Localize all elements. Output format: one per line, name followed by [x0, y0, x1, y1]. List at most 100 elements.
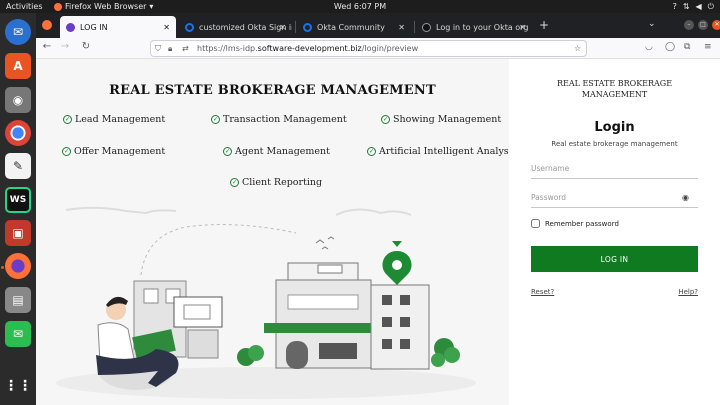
- pocket-icon[interactable]: ◡: [645, 42, 653, 52]
- feature-label: Offer Management: [74, 146, 166, 157]
- login-subtitle: Real estate brokerage management: [551, 140, 678, 148]
- hero-panel: REAL ESTATE BROKERAGE MANAGEMENT ✓ Lead …: [36, 59, 517, 405]
- dock: ✉ A ◉ ✎ WS ▣ ▤ ✉ ⋮⋮: [0, 13, 36, 405]
- okta-favicon: [185, 22, 194, 32]
- remember-password-label: Remember password: [545, 219, 619, 228]
- real-estate-illustration: [56, 206, 476, 399]
- extensions-icon[interactable]: ⧉: [684, 42, 690, 52]
- tab-label: Okta Community: [317, 22, 385, 32]
- volume-icon: ◀: [695, 2, 702, 11]
- forward-icon[interactable]: →: [58, 41, 72, 52]
- firefox-view-icon[interactable]: [42, 20, 52, 30]
- tab-strip: LOG IN ✕ customized Okta Sign in ✕ Okta …: [36, 13, 720, 38]
- feature-lead-management: ✓ Lead Management: [63, 114, 165, 125]
- navigation-bar: ← → ↻ ⛉ 🔒︎ ⇄ https://lms-idp.software-de…: [36, 38, 720, 59]
- feature-ai-analysis: ✓ Artificial Intelligent Analysis: [367, 146, 517, 157]
- close-tab-icon[interactable]: ✕: [163, 23, 170, 32]
- webstorm-icon[interactable]: WS: [5, 187, 31, 213]
- close-window-icon[interactable]: ✕: [712, 20, 720, 30]
- new-tab-button[interactable]: +: [539, 18, 549, 32]
- tab-okta-community[interactable]: Okta Community ✕: [297, 16, 411, 38]
- back-icon[interactable]: ←: [40, 41, 54, 52]
- check-circle-icon: ✓: [381, 115, 390, 124]
- show-password-icon[interactable]: ◉: [682, 193, 689, 202]
- system-tray[interactable]: ? ⇅ ◀ ⏻: [673, 0, 714, 13]
- check-circle-icon: ✓: [62, 147, 71, 156]
- okta-favicon: [422, 22, 431, 32]
- login-button[interactable]: LOG IN: [531, 246, 698, 272]
- remember-password[interactable]: Remember password: [531, 219, 619, 228]
- close-tab-icon[interactable]: ✕: [519, 23, 526, 32]
- login-favicon: [66, 22, 75, 32]
- feature-label: Agent Management: [235, 146, 330, 157]
- tab-okta-org[interactable]: Log in to your Okta org ✕: [416, 16, 532, 38]
- okta-favicon: [303, 22, 312, 32]
- org-name-line-1: REAL ESTATE BROKERAGE: [556, 79, 673, 88]
- org-name-line-2: MANAGEMENT: [581, 90, 648, 99]
- close-tab-icon[interactable]: ✕: [279, 23, 286, 32]
- help-icon: ?: [672, 2, 677, 11]
- feature-label: Transaction Management: [223, 114, 347, 125]
- feature-label: Client Reporting: [242, 177, 323, 188]
- maximize-icon[interactable]: □: [698, 20, 708, 30]
- tab-separator: [414, 21, 415, 33]
- check-circle-icon: ✓: [63, 115, 72, 124]
- tab-label: LOG IN: [80, 22, 108, 32]
- files-icon[interactable]: ▤: [5, 287, 31, 313]
- power-icon: ⏻: [707, 2, 714, 11]
- network-icon: ⇅: [682, 2, 690, 11]
- account-icon[interactable]: ◯: [665, 42, 675, 52]
- feature-showing-management: ✓ Showing Management: [381, 114, 501, 125]
- remember-password-checkbox[interactable]: [531, 219, 540, 228]
- screenshot-icon[interactable]: ▣: [5, 220, 31, 246]
- help-link[interactable]: Help?: [678, 288, 698, 296]
- login-title: Login: [594, 120, 635, 135]
- firefox-dock-icon[interactable]: [5, 253, 31, 279]
- url-path: /login/preview: [361, 44, 419, 53]
- text-editor-icon[interactable]: ✎: [5, 153, 31, 179]
- tab-log-in[interactable]: LOG IN ✕: [60, 16, 176, 38]
- feature-agent-management: ✓ Agent Management: [223, 146, 330, 157]
- check-circle-icon: ✓: [223, 147, 232, 156]
- feature-label: Artificial Intelligent Analysis: [379, 146, 517, 157]
- tab-label: customized Okta Sign in: [199, 22, 292, 32]
- feature-offer-management: ✓ Offer Management: [62, 146, 165, 157]
- list-all-tabs-icon[interactable]: ⌄: [648, 19, 656, 29]
- url-scheme: https://lms-idp.: [197, 44, 258, 53]
- software-center-icon[interactable]: A: [5, 53, 31, 79]
- minimize-icon[interactable]: –: [684, 20, 694, 30]
- password-input[interactable]: [531, 188, 698, 208]
- camera-icon[interactable]: ◉: [5, 87, 31, 113]
- url-bar[interactable]: ⛉ 🔒︎ ⇄ https://lms-idp.software-developm…: [150, 40, 587, 57]
- hero-headline: REAL ESTATE BROKERAGE MANAGEMENT: [109, 83, 436, 98]
- org-name: REAL ESTATE BROKERAGE MANAGEMENT: [509, 78, 720, 100]
- app-grid-icon[interactable]: ⋮⋮: [4, 373, 32, 399]
- feature-label: Lead Management: [75, 114, 166, 125]
- clock[interactable]: Wed 6:07 PM: [0, 0, 720, 13]
- login-panel: REAL ESTATE BROKERAGE MANAGEMENT Login R…: [509, 59, 720, 405]
- close-tab-icon[interactable]: ✕: [398, 23, 405, 32]
- system-top-bar: Activities Firefox Web Browser ▾ Wed 6:0…: [0, 0, 720, 13]
- feature-transaction-management: ✓ Transaction Management: [211, 114, 347, 125]
- username-input[interactable]: [531, 159, 698, 179]
- bookmark-star-icon[interactable]: ☆: [574, 41, 581, 56]
- check-circle-icon: ✓: [367, 147, 376, 156]
- reset-link[interactable]: Reset?: [531, 288, 554, 296]
- chrome-icon[interactable]: [5, 120, 31, 146]
- check-circle-icon: ✓: [211, 115, 220, 124]
- check-circle-icon: ✓: [230, 178, 239, 187]
- reload-icon[interactable]: ↻: [79, 41, 93, 52]
- active-app-indicator: [1, 266, 4, 269]
- tab-label: Log in to your Okta org: [436, 22, 529, 32]
- lock-icon[interactable]: 🔒︎: [168, 41, 172, 56]
- permissions-icon[interactable]: ⇄: [182, 41, 189, 56]
- menu-icon[interactable]: ≡: [704, 42, 712, 52]
- url-host: software-development.biz: [257, 44, 362, 53]
- page-content: REAL ESTATE BROKERAGE MANAGEMENT ✓ Lead …: [36, 59, 720, 405]
- chat-icon[interactable]: ✉: [5, 321, 31, 347]
- tab-separator: [295, 21, 296, 33]
- tab-customized-okta[interactable]: customized Okta Sign in ✕: [179, 16, 292, 38]
- tracking-shield-icon[interactable]: ⛉: [155, 41, 161, 56]
- feature-label: Showing Management: [393, 114, 502, 125]
- thunderbird-icon[interactable]: ✉: [5, 19, 31, 45]
